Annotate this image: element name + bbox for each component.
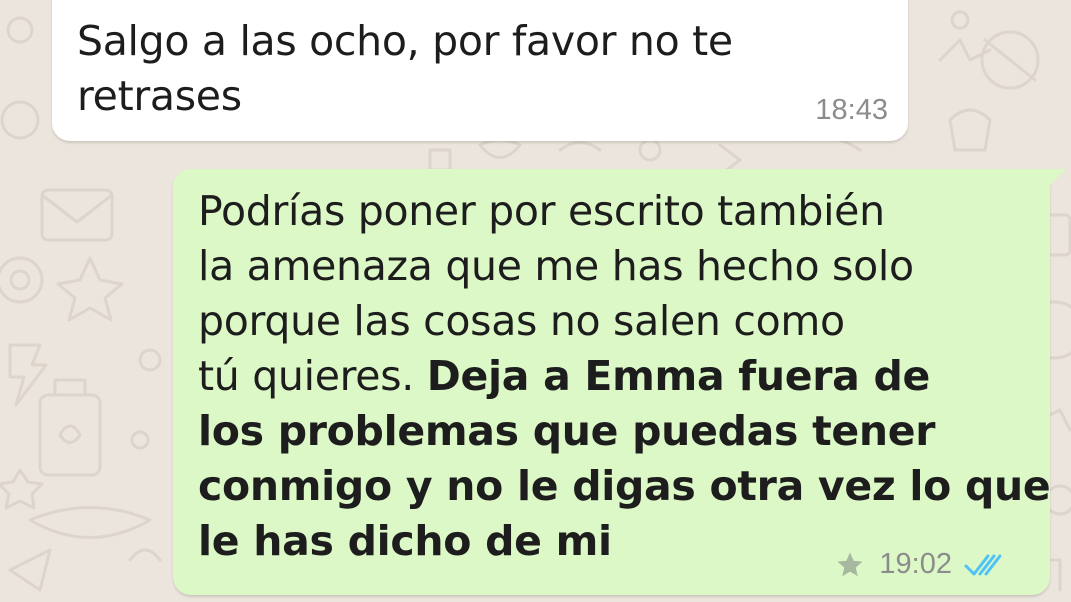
- message-text: Podrías poner por escrito también la ame…: [198, 184, 1051, 569]
- message-line-bold: conmigo y no le digas otra vez lo que: [198, 462, 1051, 510]
- message-line: retrases: [77, 72, 242, 120]
- message-line-bold: los problemas que puedas tener: [198, 407, 936, 455]
- message-time: 18:43: [815, 94, 888, 126]
- message-line: la amenaza que me has hecho solo: [198, 242, 914, 290]
- message-time: 19:02: [879, 548, 952, 580]
- message-meta: 18:43: [815, 94, 888, 127]
- message-line: Salgo a las ocho, por favor no te: [77, 17, 733, 65]
- message-meta: 19:02: [835, 548, 1008, 581]
- message-line: Podrías poner por escrito también: [198, 187, 885, 235]
- message-line: porque las cosas no salen como: [198, 297, 845, 345]
- message-line-bold: Deja a Emma fuera de: [426, 352, 931, 400]
- outgoing-message[interactable]: Podrías poner por escrito también la ame…: [173, 169, 1066, 595]
- bubble-tail: [1048, 169, 1066, 187]
- star-icon: [837, 552, 863, 576]
- incoming-message[interactable]: Salgo a las ocho, por favor no te retras…: [52, 0, 908, 141]
- message-line-mixed: tú quieres. Deja a Emma fuera de: [198, 349, 1050, 404]
- double-check-icon: [964, 554, 1002, 575]
- message-line-regular: tú quieres.: [198, 352, 427, 400]
- message-text: Salgo a las ocho, por favor no te retras…: [77, 14, 733, 124]
